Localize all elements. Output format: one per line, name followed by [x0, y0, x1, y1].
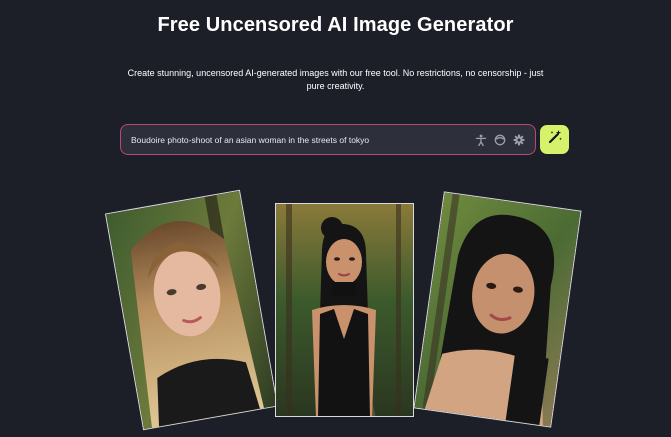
gallery-image-3[interactable] — [413, 191, 582, 428]
portrait-image — [414, 192, 582, 428]
face-icon[interactable] — [493, 133, 506, 146]
page-subtitle: Create stunning, uncensored AI-generated… — [127, 68, 544, 91]
magic-wand-icon — [547, 129, 563, 150]
pose-icon[interactable] — [474, 133, 487, 146]
prompt-tools — [474, 133, 535, 146]
gallery-image-2[interactable] — [275, 203, 414, 417]
full-body-image — [276, 204, 413, 416]
portrait-image — [106, 190, 279, 431]
generate-button[interactable] — [540, 125, 569, 154]
page-title: Free Uncensored AI Image Generator — [157, 14, 514, 36]
settings-gear-icon[interactable] — [512, 133, 525, 146]
prompt-input[interactable] — [121, 124, 474, 155]
gallery-image-1[interactable] — [104, 189, 279, 431]
prompt-box — [120, 124, 536, 155]
